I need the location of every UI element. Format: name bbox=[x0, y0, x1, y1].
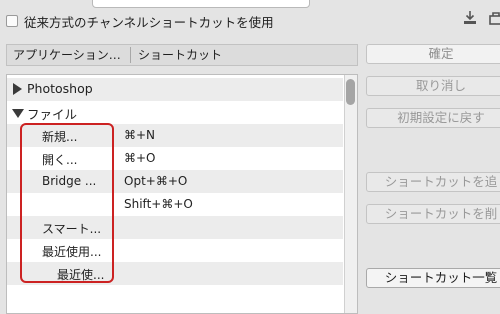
column-divider bbox=[130, 47, 131, 63]
command-label: 最近使... bbox=[57, 268, 105, 282]
command-row[interactable]: スマート... bbox=[7, 216, 343, 239]
legacy-channel-label: 従来方式のチャンネルショートカットを使用 bbox=[24, 14, 274, 30]
shortcut-table-header: アプリケーション… ショートカット bbox=[6, 44, 358, 66]
cancel-button[interactable]: 取り消し bbox=[366, 76, 500, 96]
command-row[interactable]: 最近使用... bbox=[7, 239, 343, 262]
shortcut-value[interactable]: Shift+⌘+O bbox=[124, 197, 193, 211]
group-row-photoshop[interactable]: Photoshop bbox=[7, 78, 343, 101]
top-input-field[interactable] bbox=[92, 0, 310, 8]
column-header-application[interactable]: アプリケーション… bbox=[13, 45, 129, 65]
command-row[interactable]: Bridge ... Opt+⌘+O bbox=[7, 170, 343, 193]
command-row[interactable]: 新規... ⌘+N bbox=[7, 124, 343, 147]
command-label: スマート... bbox=[42, 222, 102, 236]
command-row[interactable]: 開く... ⌘+O bbox=[7, 147, 343, 170]
group-row-file[interactable]: ファイル bbox=[7, 101, 343, 124]
reset-defaults-button[interactable]: 初期設定に戻す bbox=[366, 108, 500, 128]
legacy-channel-checkbox[interactable] bbox=[6, 15, 18, 27]
group-label: Photoshop bbox=[27, 81, 93, 96]
column-header-shortcut[interactable]: ショートカット bbox=[138, 45, 222, 65]
shortcut-list[interactable]: Photoshop ファイル 新規... ⌘+N 開く... ⌘+O Bridg… bbox=[6, 74, 358, 314]
ok-button[interactable]: 確定 bbox=[366, 44, 500, 64]
command-label: Bridge ... bbox=[42, 174, 97, 188]
new-set-icon[interactable] bbox=[488, 10, 500, 26]
legacy-channel-option[interactable]: 従来方式のチャンネルショートカットを使用 bbox=[6, 12, 274, 30]
collapse-triangle-icon[interactable] bbox=[12, 109, 24, 118]
shortcut-value[interactable]: ⌘+O bbox=[124, 151, 156, 165]
command-label: 開く... bbox=[42, 153, 78, 167]
save-set-icon[interactable] bbox=[462, 10, 478, 26]
accept-shortcut-button[interactable]: ショートカットを追 bbox=[366, 172, 500, 192]
command-row[interactable]: Shift+⌘+O bbox=[7, 193, 343, 216]
delete-shortcut-button[interactable]: ショートカットを削 bbox=[366, 204, 500, 224]
command-label: 新規... bbox=[42, 130, 78, 144]
group-label: ファイル bbox=[27, 107, 78, 122]
shortcut-value[interactable]: Opt+⌘+O bbox=[124, 174, 187, 188]
scrollbar-thumb[interactable] bbox=[346, 79, 355, 105]
command-row[interactable] bbox=[7, 285, 343, 308]
list-scrollbar[interactable] bbox=[344, 75, 357, 313]
command-label: 最近使用... bbox=[42, 245, 102, 259]
summarize-button[interactable]: ショートカット一覧 bbox=[366, 268, 500, 288]
expand-triangle-icon[interactable] bbox=[13, 83, 22, 95]
command-row[interactable]: 最近使... bbox=[7, 262, 343, 285]
shortcut-value[interactable]: ⌘+N bbox=[124, 128, 155, 142]
